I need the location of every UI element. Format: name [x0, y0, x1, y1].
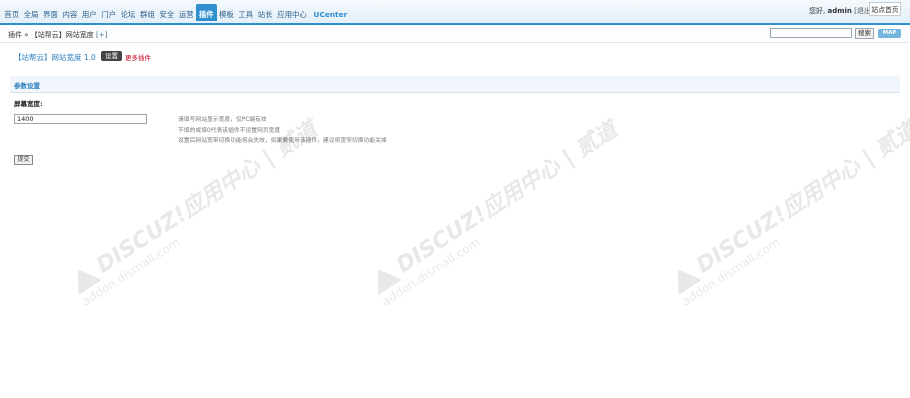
site-home-button[interactable]: 站点首页	[869, 2, 901, 16]
nav-item-operations[interactable]: 运营	[177, 10, 196, 21]
nav-item-security[interactable]: 安全	[157, 10, 176, 21]
user-greeting: 您好, admin [退出]	[809, 6, 874, 16]
nav-underline	[0, 23, 910, 25]
section-header	[10, 76, 900, 93]
plugin-title: 【站帮云】网站宽度 1.0	[14, 53, 96, 62]
screen-width-label: 屏幕宽度:	[14, 100, 43, 108]
nav-item-groups[interactable]: 群组	[138, 10, 157, 21]
nav-item-global[interactable]: 全局	[21, 10, 40, 21]
nav-item-home[interactable]: 首页	[2, 10, 21, 21]
section-title: 参数设置	[14, 82, 40, 90]
map-button[interactable]: MAP	[878, 29, 901, 38]
greeting-prefix: 您好,	[809, 7, 826, 15]
username: admin	[827, 7, 852, 15]
submit-button[interactable]: 提交	[14, 155, 33, 165]
nav-item-ucenter[interactable]: UCenter	[311, 10, 349, 21]
nav-item-plugins[interactable]: 插件	[195, 4, 217, 21]
help-line: 请填写网站显示宽度，仅PC端有效	[178, 117, 267, 123]
nav-item-portal[interactable]: 门户	[99, 10, 118, 21]
nav-item-templates[interactable]: 模板	[217, 10, 236, 21]
nav-item-users[interactable]: 用户	[80, 10, 99, 21]
nav-item-app-center[interactable]: 应用中心	[275, 10, 309, 21]
search-input[interactable]	[770, 28, 852, 38]
add-shortcut-link[interactable]: [+]	[96, 31, 107, 39]
watermark: DISCUZ!应用中心 | 贰道 addon.dismall.com	[362, 112, 630, 309]
watermark: DISCUZ!应用中心 | 贰道 addon.dismall.com	[662, 112, 910, 309]
settings-tab[interactable]: 设置	[101, 51, 122, 61]
nav-item-content[interactable]: 内容	[60, 10, 79, 21]
breadcrumb-current: 【站帮云】网站宽度	[30, 31, 94, 39]
nav-item-tools[interactable]: 工具	[236, 10, 255, 21]
breadcrumb: 插件 » 【站帮云】网站宽度 [+]	[8, 30, 107, 40]
more-plugins-link[interactable]: 更多插件	[125, 52, 151, 62]
nav-item-interface[interactable]: 界面	[41, 10, 60, 21]
main-nav: 首页 全局 界面 内容 用户 门户 论坛 群组 安全 运营 插件 模板 工具 站…	[2, 4, 350, 21]
nav-item-forum[interactable]: 论坛	[118, 10, 137, 21]
breadcrumb-root[interactable]: 插件 »	[8, 31, 29, 39]
nav-item-webmaster[interactable]: 站长	[255, 10, 274, 21]
search-button[interactable]: 搜索	[855, 28, 874, 39]
screen-width-input[interactable]: 1400	[14, 114, 147, 124]
